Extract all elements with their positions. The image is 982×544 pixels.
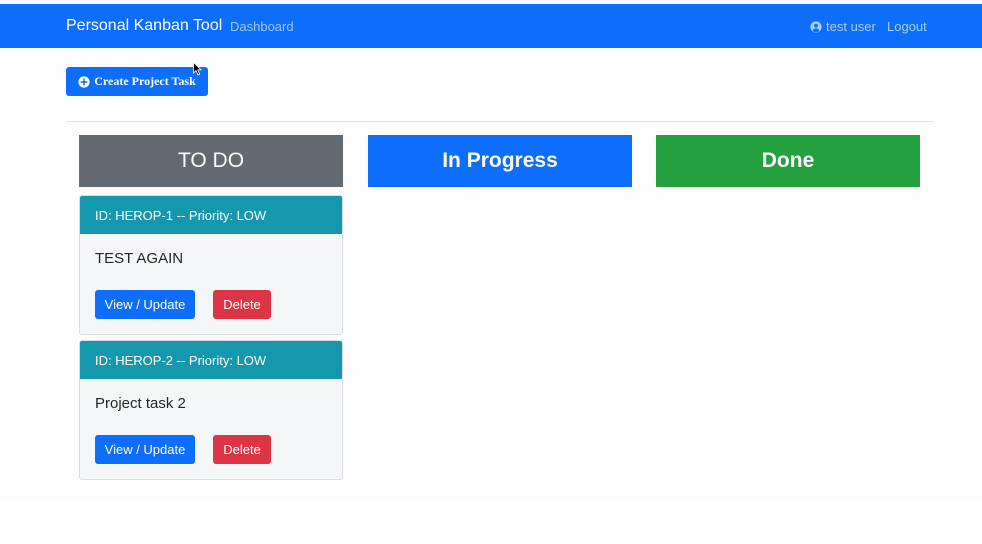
mouse-pointer-icon xyxy=(193,62,203,76)
divider xyxy=(66,121,934,122)
task-summary: TEST AGAIN xyxy=(95,250,184,267)
task-card-header: ID: HEROP-1 -- Priority: LOW xyxy=(80,196,342,234)
view-update-button[interactable]: View / Update xyxy=(95,290,195,319)
user-circle-icon xyxy=(810,20,822,33)
logout-link[interactable]: Logout xyxy=(887,19,927,34)
column-header-todo: TO DO xyxy=(79,135,343,187)
brand-link[interactable]: Personal Kanban Tool xyxy=(66,17,222,35)
dashboard-link[interactable]: Dashboard xyxy=(230,19,294,34)
task-card-header: ID: HEROP-2 -- Priority: LOW xyxy=(80,341,342,379)
user-link[interactable]: test user xyxy=(810,19,876,34)
column-header-done: Done xyxy=(656,135,920,187)
delete-button[interactable]: Delete xyxy=(213,290,271,319)
view-update-button[interactable]: View / Update xyxy=(95,435,195,464)
page: Personal Kanban Tool Dashboard test user… xyxy=(0,0,982,498)
task-summary: Project task 2 xyxy=(95,395,186,412)
delete-button[interactable]: Delete xyxy=(213,435,271,464)
task-card: ID: HEROP-1 -- Priority: LOW TEST AGAIN … xyxy=(79,195,343,335)
user-name: test user xyxy=(826,19,876,34)
column-header-in-progress: In Progress xyxy=(368,135,632,187)
task-card: ID: HEROP-2 -- Priority: LOW Project tas… xyxy=(79,340,343,480)
create-button-label: Create Project Task xyxy=(94,74,196,88)
create-project-task-button[interactable]: Create Project Task xyxy=(66,67,208,96)
navbar: Personal Kanban Tool Dashboard test user… xyxy=(0,4,982,48)
plus-circle-icon xyxy=(78,75,90,88)
